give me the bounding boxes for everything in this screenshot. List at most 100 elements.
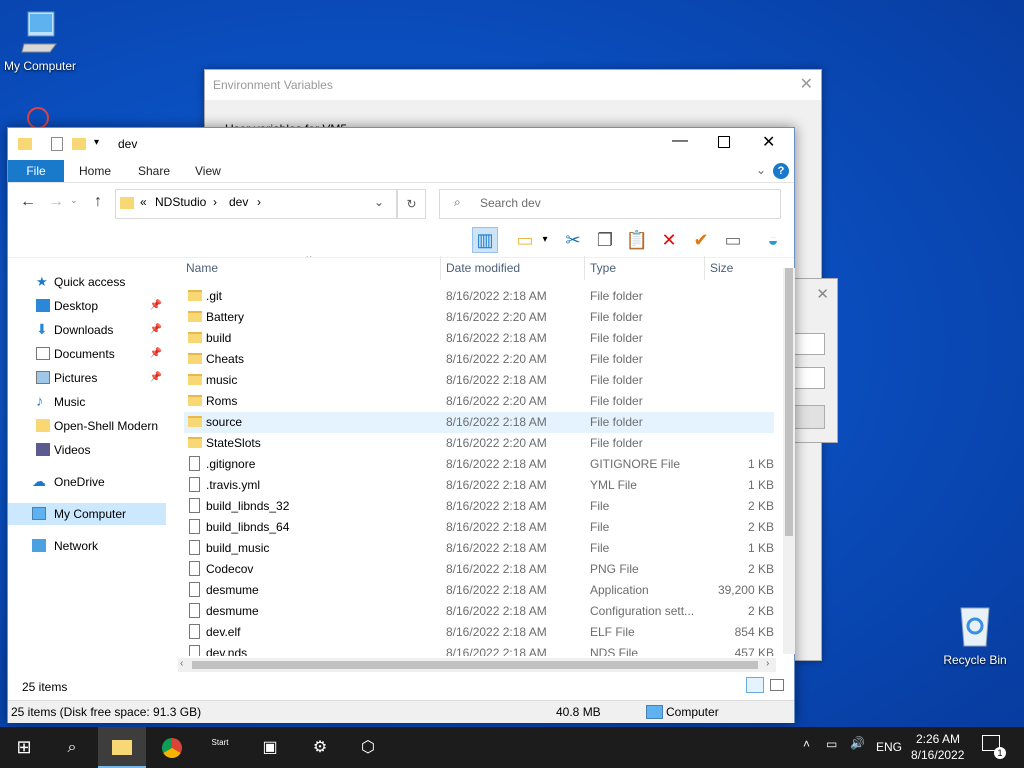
dialog-input[interactable]: [791, 367, 825, 389]
column-header-date[interactable]: Date modified: [440, 256, 520, 280]
app-icon[interactable]: ⬡: [344, 727, 392, 768]
properties-icon[interactable]: ▭: [720, 227, 746, 253]
table-row[interactable]: StateSlots 8/16/2022 2:20 AM File folder: [184, 433, 774, 454]
table-row[interactable]: dev.elf 8/16/2022 2:18 AM ELF File 854 KB: [184, 622, 774, 643]
tab-home[interactable]: Home: [79, 164, 111, 178]
nav-item-videos[interactable]: Videos: [8, 439, 166, 461]
file-explorer-taskbar-icon[interactable]: [98, 727, 146, 768]
address-overflow[interactable]: «: [140, 195, 147, 209]
table-row[interactable]: .gitignore 8/16/2022 2:18 AM GITIGNORE Fil…: [184, 454, 774, 475]
table-row[interactable]: Battery 8/16/2022 2:20 AM File folder: [184, 307, 774, 328]
search-box[interactable]: ⌕ Search dev: [439, 189, 781, 219]
forward-icon[interactable]: →: [48, 193, 64, 211]
table-row[interactable]: desmume 8/16/2022 2:18 AM Application 39,20…: [184, 580, 774, 601]
clock-time[interactable]: 2:26 AM: [916, 732, 960, 746]
search-icon[interactable]: ⌕: [48, 727, 96, 768]
table-row[interactable]: build_music 8/16/2022 2:18 AM File 1 KB: [184, 538, 774, 559]
nav-item-desktop[interactable]: Desktop 📌: [8, 295, 166, 317]
properties-icon[interactable]: [51, 137, 63, 151]
column-header-name[interactable]: Name: [186, 256, 218, 280]
delete-icon[interactable]: ✕: [656, 227, 682, 253]
nav-item-onedrive[interactable]: ☁ OneDrive: [8, 471, 166, 493]
cut-icon[interactable]: ✂: [560, 227, 586, 253]
horizontal-scrollbar[interactable]: ‹ ›: [178, 658, 776, 672]
copy-icon[interactable]: ❐: [592, 227, 618, 253]
address-bar[interactable]: « NDStudio › dev › ⌄: [115, 189, 397, 219]
nav-item-network[interactable]: Network: [8, 535, 166, 557]
paste-icon[interactable]: 📋: [624, 227, 650, 253]
chevron-down-icon[interactable]: ▾: [94, 137, 99, 148]
recent-chevron-icon[interactable]: ⌄: [70, 195, 78, 206]
nav-item-music[interactable]: ♪ Music: [8, 391, 166, 413]
minimize-button[interactable]: —: [672, 132, 688, 150]
nav-item-open-shell[interactable]: Open-Shell Modern: [8, 415, 166, 437]
pin-icon[interactable]: 📌: [150, 319, 162, 341]
table-row[interactable]: music 8/16/2022 2:18 AM File folder: [184, 370, 774, 391]
table-row[interactable]: build 8/16/2022 2:18 AM File folder: [184, 328, 774, 349]
table-row[interactable]: Codecov 8/16/2022 2:18 AM PNG File 2 KB: [184, 559, 774, 580]
breadcrumb-ndstudio[interactable]: NDStudio: [155, 195, 206, 209]
nav-item-pictures[interactable]: Pictures 📌: [8, 367, 166, 389]
table-row[interactable]: dev.nds 8/16/2022 2:18 AM NDS File 457 KB: [184, 643, 774, 656]
nav-item-documents[interactable]: Documents 📌: [8, 343, 166, 365]
table-row[interactable]: Roms 8/16/2022 2:20 AM File folder: [184, 391, 774, 412]
start-button[interactable]: ⊞: [0, 727, 48, 768]
nav-item-downloads[interactable]: ⬇ Downloads 📌: [8, 319, 166, 341]
rename-check-icon[interactable]: ✔: [688, 227, 714, 253]
pin-icon[interactable]: 📌: [150, 295, 162, 317]
up-icon[interactable]: ↑: [94, 193, 102, 211]
desktop-icon-recycle-bin[interactable]: Recycle Bin: [935, 602, 1015, 667]
table-row[interactable]: .git 8/16/2022 2:18 AM File folder: [184, 286, 774, 307]
pin-icon[interactable]: 📌: [150, 367, 162, 389]
desktop-icon-my-computer[interactable]: My Computer: [0, 10, 80, 73]
clock-date[interactable]: 8/16/2022: [911, 748, 964, 762]
new-folder-icon[interactable]: ▭: [512, 227, 538, 253]
scroll-thumb[interactable]: [785, 268, 793, 536]
vertical-scrollbar[interactable]: [783, 268, 795, 654]
table-row[interactable]: source 8/16/2022 2:18 AM File folder: [184, 412, 774, 433]
nav-item-my-computer[interactable]: My Computer: [8, 503, 166, 525]
pin-icon[interactable]: 📌: [150, 343, 162, 365]
table-row[interactable]: Cheats 8/16/2022 2:20 AM File folder: [184, 349, 774, 370]
scroll-thumb[interactable]: [192, 661, 758, 669]
chevron-up-icon[interactable]: ˄: [803, 737, 810, 751]
back-icon[interactable]: ←: [20, 193, 36, 211]
network-tray-icon[interactable]: ▭: [826, 737, 837, 751]
preview-pane-icon[interactable]: ▥: [472, 227, 498, 253]
search-input[interactable]: Search dev: [480, 196, 541, 210]
shell-icon[interactable]: ◒: [760, 227, 786, 253]
refresh-button[interactable]: ↻: [397, 189, 426, 219]
column-header-size[interactable]: Size: [704, 256, 733, 280]
close-icon[interactable]: ✕: [800, 74, 813, 94]
language-indicator[interactable]: ENG: [876, 740, 902, 754]
scroll-left-icon[interactable]: ‹: [180, 658, 183, 669]
table-row[interactable]: .travis.yml 8/16/2022 2:18 AM YML File 1 KB: [184, 475, 774, 496]
help-icon[interactable]: ?: [773, 163, 789, 179]
table-row[interactable]: desmume 8/16/2022 2:18 AM Configuration se…: [184, 601, 774, 622]
speaker-icon[interactable]: 🔊: [850, 736, 865, 750]
control-panel-icon[interactable]: ▣: [246, 727, 294, 768]
scroll-right-icon[interactable]: ›: [766, 658, 769, 669]
column-header-type[interactable]: Type: [584, 256, 616, 280]
close-icon[interactable]: ✕: [816, 285, 829, 303]
tab-file[interactable]: File: [8, 160, 64, 182]
details-view-icon[interactable]: [746, 677, 764, 693]
close-button[interactable]: ✕: [762, 132, 775, 152]
open-shell-start-icon[interactable]: Start: [196, 727, 244, 768]
breadcrumb-dev[interactable]: dev: [229, 195, 248, 209]
chrome-icon[interactable]: [148, 727, 196, 768]
address-dropdown-icon[interactable]: ⌄: [374, 195, 384, 209]
dialog-input[interactable]: [791, 333, 825, 355]
tab-view[interactable]: View: [195, 164, 221, 178]
tab-share[interactable]: Share: [138, 164, 170, 178]
new-folder-icon[interactable]: [72, 138, 86, 150]
table-row[interactable]: build_libnds_64 8/16/2022 2:18 AM File 2 KB: [184, 517, 774, 538]
table-row[interactable]: build_libnds_32 8/16/2022 2:18 AM File 2 KB: [184, 496, 774, 517]
settings-gear-icon[interactable]: ⚙: [296, 727, 344, 768]
chevron-down-icon[interactable]: ⌄: [756, 163, 766, 177]
large-icons-view-icon[interactable]: [770, 679, 784, 691]
maximize-button[interactable]: [718, 136, 730, 148]
dialog-button[interactable]: [791, 405, 825, 429]
nav-item-quick-access[interactable]: ★ Quick access: [8, 271, 166, 293]
chevron-down-icon[interactable]: ▾: [538, 227, 552, 253]
